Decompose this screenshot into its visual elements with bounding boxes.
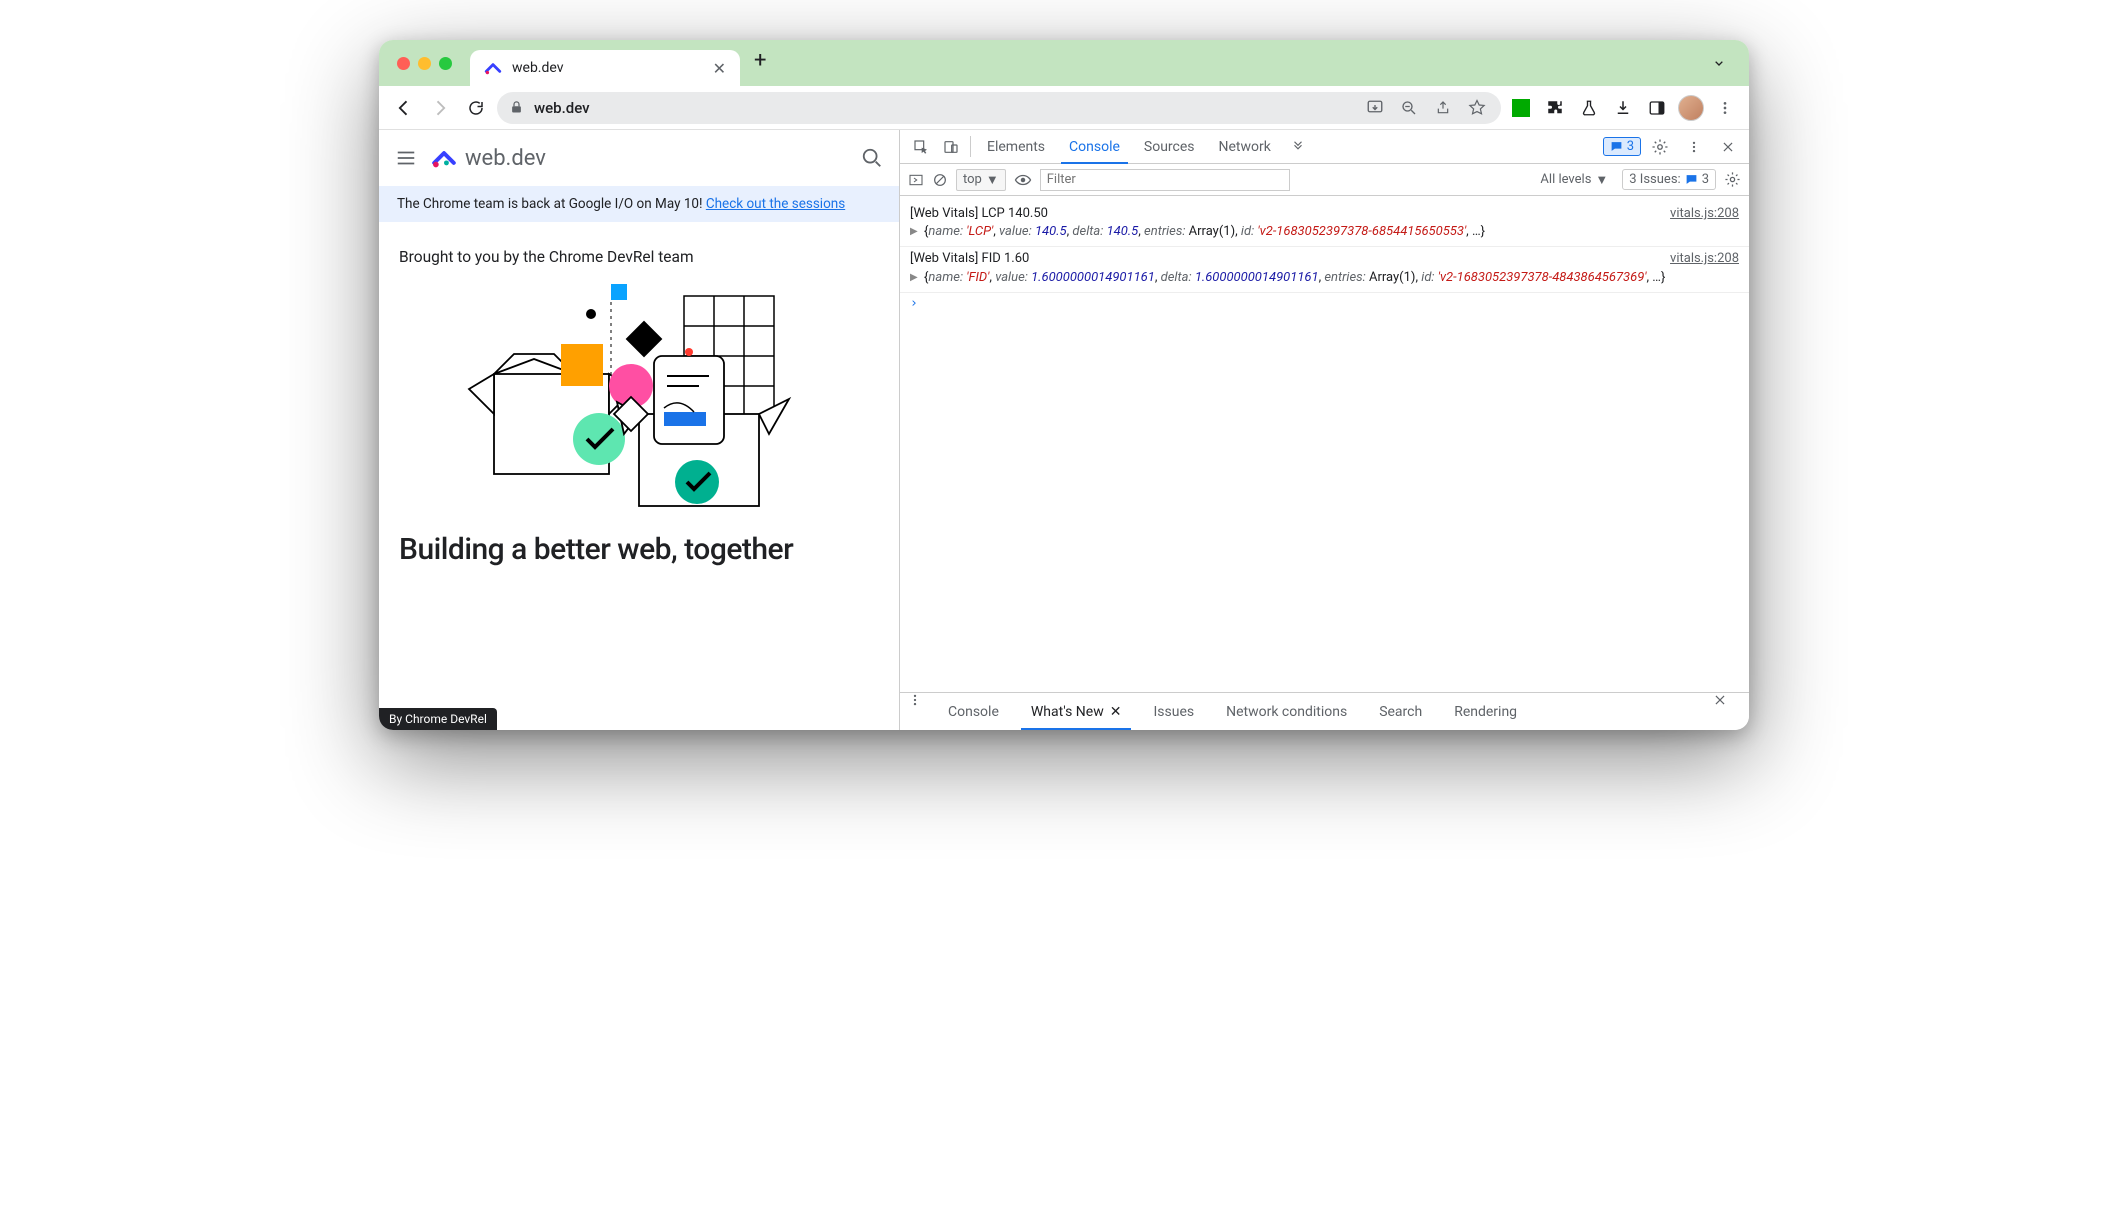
log-text: [Web Vitals] LCP 140.50: [910, 205, 1048, 223]
webdev-logo-icon: [431, 145, 457, 171]
chevron-down-icon: ▼: [1595, 172, 1608, 188]
log-levels-selector[interactable]: All levels ▼: [1534, 170, 1614, 190]
close-icon[interactable]: ✕: [1110, 704, 1122, 720]
hero-title: Building a better web, together: [399, 532, 879, 567]
console-prompt[interactable]: ›: [900, 293, 1749, 315]
chat-icon: [1685, 173, 1698, 186]
drawer-close-icon[interactable]: [1713, 693, 1741, 730]
bookmark-star-icon[interactable]: [1465, 99, 1489, 117]
announcement-banner: The Chrome team is back at Google I/O on…: [379, 186, 899, 222]
log-object[interactable]: ▶ {name: 'FID', value: 1.600000001490116…: [910, 269, 1739, 287]
byline-text: By Chrome DevRel: [389, 712, 487, 726]
chevron-down-icon: ▼: [986, 172, 999, 188]
tab-console[interactable]: Console: [1057, 130, 1132, 163]
reload-button[interactable]: [461, 93, 491, 123]
labs-flask-icon[interactable]: [1575, 94, 1603, 122]
drawer-tab-whatsnew[interactable]: What's New✕: [1015, 693, 1138, 730]
browser-tab[interactable]: web.dev ✕: [470, 50, 740, 86]
site-header: web.dev: [379, 130, 899, 186]
side-panel-icon[interactable]: [1643, 94, 1671, 122]
banner-text: The Chrome team is back at Google I/O on…: [397, 196, 706, 212]
zoom-icon[interactable]: [1397, 99, 1421, 117]
browser-toolbar: web.dev: [379, 86, 1749, 130]
browser-menu-icon[interactable]: [1711, 94, 1739, 122]
downloads-icon[interactable]: [1609, 94, 1637, 122]
console-entry[interactable]: [Web Vitals] LCP 140.50 vitals.js:208 ▶ …: [900, 202, 1749, 247]
browser-window: web.dev ✕ + web.dev: [379, 40, 1749, 730]
profile-avatar[interactable]: [1677, 94, 1705, 122]
url-text: web.dev: [534, 99, 590, 117]
expand-caret-icon[interactable]: ▶: [910, 271, 918, 285]
drawer-tab-console[interactable]: Console: [932, 693, 1015, 730]
window-controls: [389, 40, 470, 86]
favicon-webdev-icon: [484, 59, 502, 77]
hero-illustration: [459, 284, 819, 524]
devtools-drawer: Console What's New✕ Issues Network condi…: [900, 692, 1749, 730]
drawer-tab-search[interactable]: Search: [1363, 693, 1438, 730]
banner-link[interactable]: Check out the sessions: [706, 196, 845, 212]
console-toolbar: top ▼ All levels ▼ 3 Issues: 3: [900, 164, 1749, 196]
log-object[interactable]: ▶ {name: 'LCP', value: 140.5, delta: 140…: [910, 223, 1739, 241]
extension-green-icon[interactable]: [1507, 94, 1535, 122]
filter-input[interactable]: [1040, 169, 1290, 191]
log-text: [Web Vitals] FID 1.60: [910, 250, 1029, 268]
drawer-menu-icon[interactable]: [908, 693, 932, 730]
console-settings-icon[interactable]: [1724, 171, 1741, 188]
new-tab-button[interactable]: +: [754, 48, 766, 79]
site-logo[interactable]: web.dev: [431, 145, 546, 171]
tab-sources[interactable]: Sources: [1132, 130, 1207, 163]
devtools-close-icon[interactable]: [1713, 140, 1743, 154]
chat-icon: [1610, 140, 1623, 153]
site-name: web.dev: [465, 146, 546, 171]
tabs-overflow-button[interactable]: [1707, 51, 1731, 75]
clear-console-icon[interactable]: [932, 172, 948, 188]
maximize-window-icon[interactable]: [439, 57, 452, 70]
log-source-link[interactable]: vitals.js:208: [1670, 250, 1739, 268]
inspect-element-icon[interactable]: [906, 130, 936, 163]
console-output[interactable]: [Web Vitals] LCP 140.50 vitals.js:208 ▶ …: [900, 196, 1749, 692]
tab-strip: web.dev ✕ +: [379, 40, 1749, 86]
close-window-icon[interactable]: [397, 57, 410, 70]
tab-title: web.dev: [512, 60, 564, 76]
issues-button[interactable]: 3 Issues: 3: [1622, 169, 1716, 190]
install-app-icon[interactable]: [1363, 99, 1387, 117]
log-source-link[interactable]: vitals.js:208: [1670, 205, 1739, 223]
extensions-puzzle-icon[interactable]: [1541, 94, 1569, 122]
messages-badge[interactable]: 3: [1603, 137, 1641, 156]
lock-icon[interactable]: [509, 100, 524, 115]
byline-badge: By Chrome DevRel: [379, 708, 497, 730]
drawer-tab-issues[interactable]: Issues: [1137, 693, 1210, 730]
tab-network[interactable]: Network: [1207, 130, 1283, 163]
menu-icon[interactable]: [395, 147, 417, 169]
expand-caret-icon[interactable]: ▶: [910, 225, 918, 239]
tab-elements[interactable]: Elements: [975, 130, 1057, 163]
devtools-settings-icon[interactable]: [1645, 138, 1675, 156]
console-sidebar-toggle-icon[interactable]: [908, 172, 924, 188]
search-icon[interactable]: [861, 147, 883, 169]
context-selector[interactable]: top ▼: [956, 169, 1006, 191]
more-tabs-icon[interactable]: [1283, 130, 1313, 163]
console-entry[interactable]: [Web Vitals] FID 1.60 vitals.js:208 ▶ {n…: [900, 247, 1749, 292]
address-bar[interactable]: web.dev: [497, 92, 1501, 124]
share-icon[interactable]: [1431, 100, 1455, 116]
devtools-tab-bar: Elements Console Sources Network 3: [900, 130, 1749, 164]
back-button[interactable]: [389, 93, 419, 123]
minimize-window-icon[interactable]: [418, 57, 431, 70]
device-toolbar-icon[interactable]: [936, 130, 966, 163]
hero-subtitle: Brought to you by the Chrome DevRel team: [399, 248, 879, 266]
tab-close-icon[interactable]: ✕: [713, 59, 726, 78]
hero-section: Brought to you by the Chrome DevRel team: [379, 222, 899, 577]
drawer-tab-network-conditions[interactable]: Network conditions: [1210, 693, 1363, 730]
forward-button[interactable]: [425, 93, 455, 123]
drawer-tab-rendering[interactable]: Rendering: [1438, 693, 1533, 730]
devtools-panel: Elements Console Sources Network 3: [900, 130, 1749, 730]
devtools-menu-icon[interactable]: [1679, 140, 1709, 154]
page-viewport: web.dev The Chrome team is back at Googl…: [379, 130, 900, 730]
live-expression-icon[interactable]: [1014, 171, 1032, 189]
